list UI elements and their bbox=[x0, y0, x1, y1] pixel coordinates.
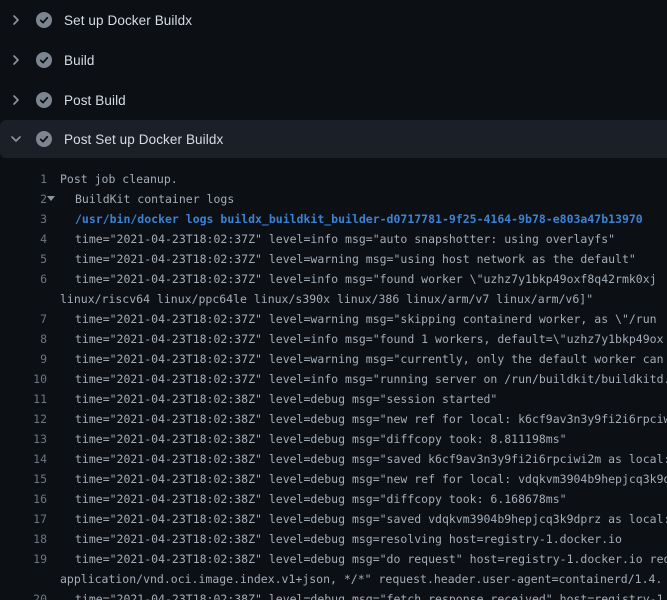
log-text: time="2021-04-23T18:02:38Z" level=debug … bbox=[60, 449, 667, 469]
step-row-post-build[interactable]: Post Build bbox=[0, 80, 667, 120]
line-number[interactable]: 18 bbox=[0, 529, 47, 549]
step-row-set-up-docker-buildx[interactable]: Set up Docker Buildx bbox=[0, 0, 667, 40]
log-line-18: 18 time="2021-04-23T18:02:38Z" level=deb… bbox=[0, 529, 667, 549]
line-number[interactable]: 12 bbox=[0, 409, 47, 429]
log-text: time="2021-04-23T18:02:37Z" level=info m… bbox=[60, 329, 664, 349]
log-text: time="2021-04-23T18:02:37Z" level=info m… bbox=[60, 229, 615, 249]
line-number[interactable] bbox=[0, 289, 47, 309]
actions-log-viewer: Set up Docker Buildx Build Post Buil bbox=[0, 0, 667, 600]
log-text: time="2021-04-23T18:02:37Z" level=info m… bbox=[60, 369, 667, 389]
log-line-14: 14 time="2021-04-23T18:02:38Z" level=deb… bbox=[0, 449, 667, 469]
line-number[interactable] bbox=[0, 569, 47, 589]
log-text: time="2021-04-23T18:02:38Z" level=debug … bbox=[60, 489, 567, 509]
line-number[interactable]: 14 bbox=[0, 449, 47, 469]
step-row-build[interactable]: Build bbox=[0, 40, 667, 80]
log-line-8: 8 time="2021-04-23T18:02:37Z" level=info… bbox=[0, 329, 667, 349]
line-number[interactable]: 3 bbox=[0, 209, 47, 229]
log-line-4: 4 time="2021-04-23T18:02:37Z" level=info… bbox=[0, 229, 667, 249]
chevron-right-icon bbox=[8, 12, 24, 28]
log-text: time="2021-04-23T18:02:37Z" level=warnin… bbox=[60, 309, 657, 329]
check-circle-icon bbox=[36, 92, 52, 108]
line-number[interactable]: 9 bbox=[0, 349, 47, 369]
log-text: time="2021-04-23T18:02:37Z" level=info m… bbox=[60, 269, 657, 289]
chevron-right-icon bbox=[8, 92, 24, 108]
step-label: Build bbox=[64, 53, 95, 68]
log-text: /usr/bin/docker logs buildx_buildkit_bui… bbox=[60, 209, 643, 229]
log-line-3: 3 /usr/bin/docker logs buildx_buildkit_b… bbox=[0, 209, 667, 229]
line-number[interactable]: 11 bbox=[0, 389, 47, 409]
chevron-right-icon bbox=[8, 52, 24, 68]
log-line-9: 9 time="2021-04-23T18:02:37Z" level=warn… bbox=[0, 349, 667, 369]
line-number[interactable]: 5 bbox=[0, 249, 47, 269]
chevron-down-icon bbox=[8, 131, 24, 147]
log-line-15: 15 time="2021-04-23T18:02:38Z" level=deb… bbox=[0, 469, 667, 489]
log-line-7: 7 time="2021-04-23T18:02:37Z" level=warn… bbox=[0, 309, 667, 329]
check-circle-icon bbox=[36, 52, 52, 68]
log-line-12: 12 time="2021-04-23T18:02:38Z" level=deb… bbox=[0, 409, 667, 429]
log-line-20: 20 time="2021-04-23T18:02:38Z" level=deb… bbox=[0, 589, 667, 600]
workflow-steps: Set up Docker Buildx Build Post Buil bbox=[0, 0, 667, 158]
line-number[interactable]: 19 bbox=[0, 549, 47, 569]
log-text: time="2021-04-23T18:02:38Z" level=debug … bbox=[60, 549, 667, 569]
log-text: time="2021-04-23T18:02:37Z" level=warnin… bbox=[60, 349, 664, 369]
log-text: time="2021-04-23T18:02:38Z" level=debug … bbox=[60, 409, 667, 429]
log-text: time="2021-04-23T18:02:38Z" level=debug … bbox=[60, 429, 567, 449]
log-text: BuildKit container logs bbox=[75, 189, 234, 209]
log-line-16: 16 time="2021-04-23T18:02:38Z" level=deb… bbox=[0, 489, 667, 509]
log-line-19: 19 time="2021-04-23T18:02:38Z" level=deb… bbox=[0, 549, 667, 569]
check-circle-icon bbox=[36, 12, 52, 28]
log-line-1: 1 Post job cleanup. bbox=[0, 169, 667, 189]
log-text: time="2021-04-23T18:02:38Z" level=debug … bbox=[60, 469, 667, 489]
log-group-toggle[interactable]: 2 BuildKit container logs bbox=[0, 189, 667, 209]
log-text: time="2021-04-23T18:02:38Z" level=debug … bbox=[60, 589, 667, 600]
line-number[interactable]: 1 bbox=[0, 169, 47, 189]
line-number[interactable]: 17 bbox=[0, 509, 47, 529]
log-text: Post job cleanup. bbox=[60, 169, 178, 189]
step-row-post-set-up-docker-buildx[interactable]: Post Set up Docker Buildx bbox=[0, 120, 667, 158]
log-text: time="2021-04-23T18:02:38Z" level=debug … bbox=[60, 529, 622, 549]
line-number[interactable]: 2 bbox=[0, 189, 47, 209]
line-number[interactable]: 13 bbox=[0, 429, 47, 449]
log-line-wrap: linux/riscv64 linux/ppc64le linux/s390x … bbox=[0, 289, 667, 309]
line-number[interactable]: 15 bbox=[0, 469, 47, 489]
line-number[interactable]: 16 bbox=[0, 489, 47, 509]
log-line-13: 13 time="2021-04-23T18:02:38Z" level=deb… bbox=[0, 429, 667, 449]
log-line-11: 11 time="2021-04-23T18:02:38Z" level=deb… bbox=[0, 389, 667, 409]
group-collapse-triangle-icon bbox=[47, 189, 62, 209]
step-label: Post Build bbox=[64, 93, 126, 108]
step-label: Post Set up Docker Buildx bbox=[64, 132, 223, 147]
log-text: linux/riscv64 linux/ppc64le linux/s390x … bbox=[60, 289, 593, 309]
log-text: time="2021-04-23T18:02:37Z" level=warnin… bbox=[60, 249, 636, 269]
log-line-wrap: application/vnd.oci.image.index.v1+json,… bbox=[0, 569, 667, 589]
line-number[interactable]: 6 bbox=[0, 269, 47, 289]
line-number[interactable]: 7 bbox=[0, 309, 47, 329]
step-label: Set up Docker Buildx bbox=[64, 13, 192, 28]
line-number[interactable]: 20 bbox=[0, 589, 47, 600]
log-text: time="2021-04-23T18:02:38Z" level=debug … bbox=[60, 509, 667, 529]
check-circle-icon bbox=[36, 131, 52, 147]
line-number[interactable]: 4 bbox=[0, 229, 47, 249]
log-line-5: 5 time="2021-04-23T18:02:37Z" level=warn… bbox=[0, 249, 667, 269]
line-number[interactable]: 10 bbox=[0, 369, 47, 389]
log-text: time="2021-04-23T18:02:38Z" level=debug … bbox=[60, 389, 497, 409]
log-area: 1 Post job cleanup. 2 BuildKit container… bbox=[0, 158, 667, 600]
log-line-6: 6 time="2021-04-23T18:02:37Z" level=info… bbox=[0, 269, 667, 289]
log-text: application/vnd.oci.image.index.v1+json,… bbox=[60, 569, 662, 589]
log-line-17: 17 time="2021-04-23T18:02:38Z" level=deb… bbox=[0, 509, 667, 529]
line-number[interactable]: 8 bbox=[0, 329, 47, 349]
log-line-10: 10 time="2021-04-23T18:02:37Z" level=inf… bbox=[0, 369, 667, 389]
